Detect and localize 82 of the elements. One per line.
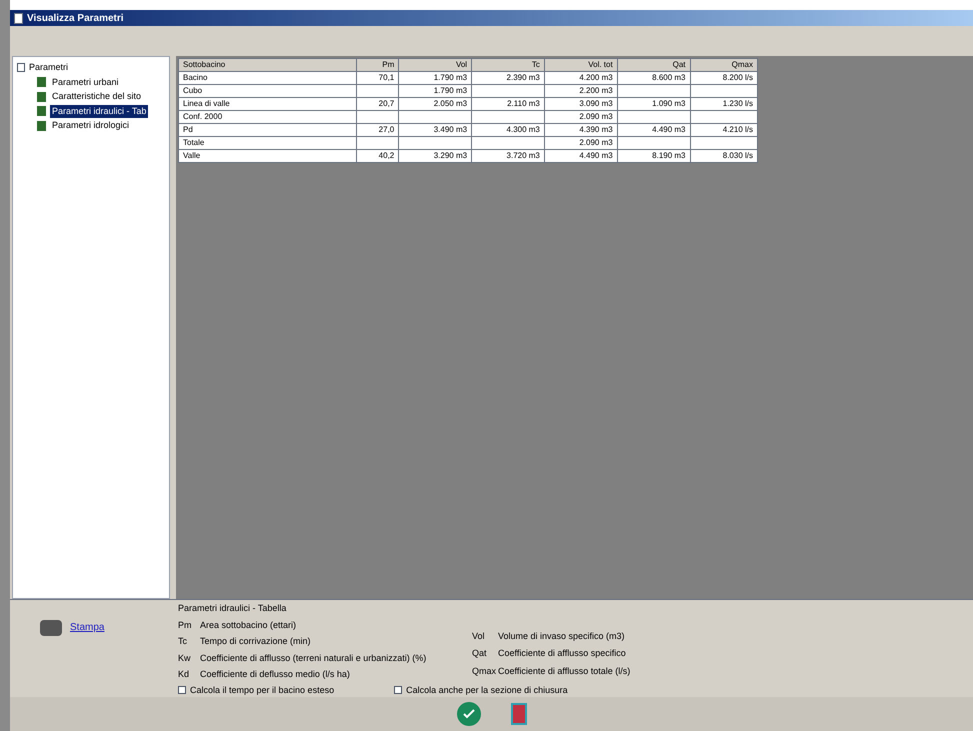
table-cell: 1.230 l/s	[690, 98, 758, 110]
legend-abbr: Qmax	[472, 664, 498, 678]
table-cell: 8.030 l/s	[690, 150, 758, 162]
table-cell: Linea di valle	[178, 98, 356, 110]
table-cell: Cubo	[178, 84, 356, 98]
legend-abbr: Tc	[178, 635, 188, 648]
folder-icon	[17, 63, 25, 72]
table-cell: 4.210 l/s	[690, 124, 758, 136]
table-cell: 3.490 m3	[398, 124, 472, 136]
tree-item[interactable]: Parametri idraulici - Tab	[50, 104, 148, 118]
confirm-icon[interactable]	[456, 702, 480, 726]
legend-text: Volume di invaso specifico (m3)	[498, 630, 625, 643]
table-cell: 2.390 m3	[472, 72, 544, 84]
table-cell: 1.790 m3	[398, 72, 472, 84]
legend-abbr: Kd	[178, 668, 190, 681]
table-cell: 3.720 m3	[472, 150, 544, 162]
table-cell: Totale	[178, 136, 356, 150]
column-header: Qmax	[690, 58, 758, 72]
table-cell: 8.600 m3	[617, 72, 690, 84]
tree-item[interactable]: Parametri urbani	[50, 76, 121, 89]
table-cell	[356, 84, 399, 98]
tree-item[interactable]: Parametri idrologici	[50, 119, 132, 132]
table-cell: 8.200 l/s	[690, 72, 758, 84]
legend-abbr: Pm	[178, 618, 192, 632]
table-cell: 3.290 m3	[398, 150, 472, 162]
tree-item[interactable]: Caratteristiche del sito	[50, 90, 144, 104]
table-cell: 40,2	[356, 150, 399, 162]
table-cell	[356, 110, 399, 124]
table-cell: 4.200 m3	[544, 72, 618, 84]
table-cell: 27,0	[356, 124, 399, 136]
checkbox-label: Calcola anche per la sezione di chiusura	[406, 684, 568, 697]
table-cell: 2.200 m3	[544, 84, 618, 98]
legend-title: Parametri idraulici - Tabella	[178, 602, 288, 615]
table-cell	[690, 110, 758, 124]
column-header: Tc	[472, 58, 544, 72]
table-cell: 8.190 m3	[617, 150, 690, 162]
legend-text: Area sottobacino (ettari)	[200, 618, 296, 632]
table-cell: 1.790 m3	[398, 84, 472, 98]
legend-text: Coefficiente di deflusso medio (l/s ha)	[200, 668, 350, 681]
tree-node-icon	[37, 92, 46, 102]
checkbox-label: Calcola il tempo per il bacino esteso	[190, 684, 334, 697]
checkbox[interactable]	[394, 686, 402, 694]
table-cell	[356, 136, 399, 150]
window-title: Visualizza Parametri	[27, 12, 124, 26]
table-cell	[690, 84, 758, 98]
table-cell: Conf. 2000	[178, 110, 356, 124]
tree-node-icon	[37, 106, 46, 116]
table-cell: 4.490 m3	[544, 150, 618, 162]
column-header: Vol. tot	[544, 58, 618, 72]
table-cell: Bacino	[178, 72, 356, 84]
legend-text: Tempo di corrivazione (min)	[200, 635, 311, 648]
table-cell: 3.090 m3	[544, 98, 618, 110]
table-cell	[690, 136, 758, 150]
table-cell: 2.110 m3	[472, 98, 544, 110]
table-cell: 70,1	[356, 72, 399, 84]
legend-abbr: Vol	[472, 630, 486, 642]
exit-door-icon[interactable]	[510, 703, 526, 725]
legend-text: Coefficiente di afflusso totale (l/s)	[498, 664, 630, 678]
tree-node-icon	[37, 77, 46, 88]
column-header: Qat	[617, 58, 690, 72]
table-cell: 1.090 m3	[617, 98, 690, 110]
tree-node-icon	[37, 120, 46, 131]
table-cell: 20,7	[356, 98, 399, 110]
table-cell: Pd	[178, 124, 356, 136]
print-link[interactable]: Stampa	[70, 620, 104, 635]
checkbox[interactable]	[178, 686, 186, 694]
table-cell: 4.300 m3	[472, 124, 544, 136]
column-header: Vol	[398, 58, 472, 72]
legend-text: Coefficiente di afflusso (terreni naturali e urbanizzati) (%)	[200, 652, 426, 665]
table-cell: 2.090 m3	[544, 110, 618, 124]
table-cell: 2.090 m3	[544, 136, 618, 150]
table-cell: 4.490 m3	[617, 124, 690, 136]
column-header: Sottobacino	[178, 58, 356, 72]
column-header: Pm	[356, 58, 399, 72]
legend-abbr: Kw	[178, 652, 192, 664]
table-cell: 4.390 m3	[544, 124, 618, 136]
legend-text: Coefficiente di afflusso specifico	[498, 647, 626, 660]
tree-root[interactable]: Parametri	[29, 61, 68, 74]
legend-abbr: Qat	[472, 647, 488, 660]
table-cell: 2.050 m3	[398, 98, 472, 110]
table-cell: Valle	[178, 150, 356, 162]
window-icon	[14, 12, 23, 24]
